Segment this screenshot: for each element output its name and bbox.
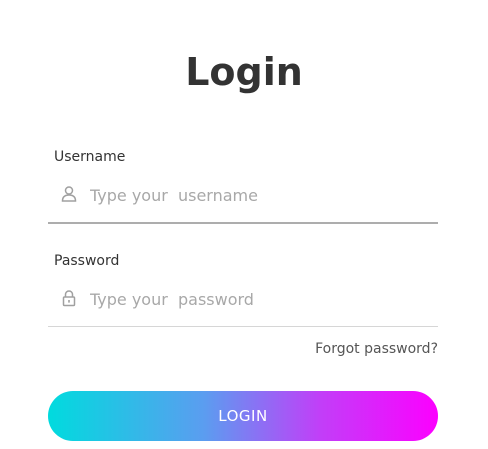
login-button[interactable]: LOGIN — [48, 391, 438, 441]
password-input[interactable] — [90, 286, 430, 312]
lock-icon — [60, 289, 78, 307]
login-card: Login Username Password — [0, 0, 488, 449]
username-label: Username — [54, 149, 126, 165]
username-input-row — [48, 174, 438, 224]
password-input-row — [48, 278, 438, 327]
page-title: Login — [185, 50, 303, 94]
username-input[interactable] — [90, 182, 430, 208]
user-icon — [60, 185, 78, 203]
forgot-password-link[interactable]: Forgot password? — [315, 340, 438, 358]
password-label: Password — [54, 253, 120, 269]
